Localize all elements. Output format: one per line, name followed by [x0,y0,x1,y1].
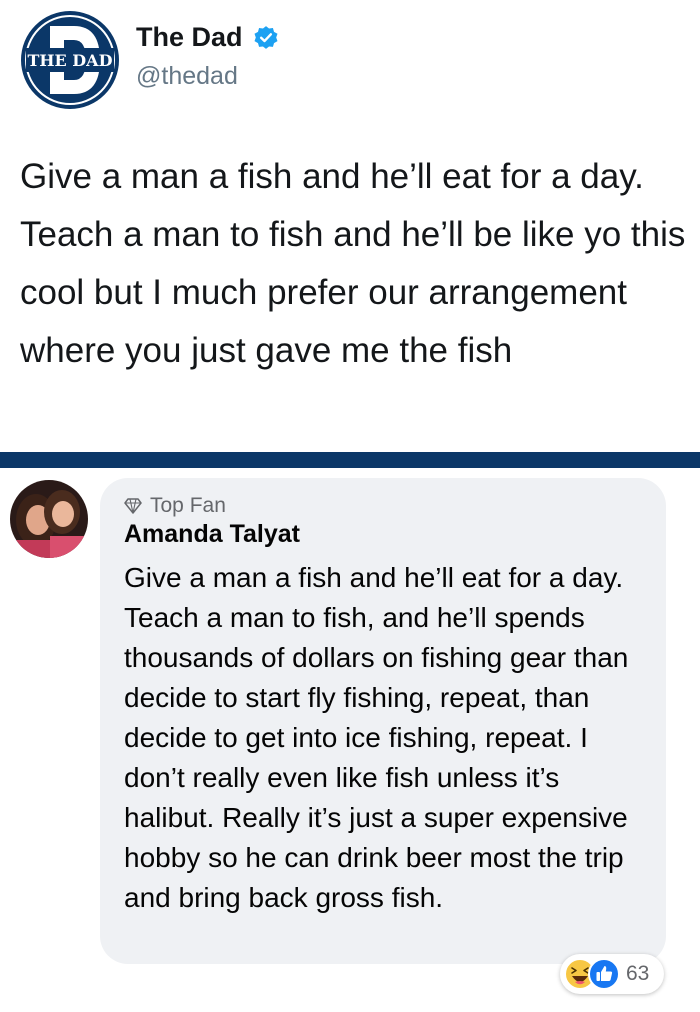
tweet-author[interactable]: The Dad [136,22,279,53]
top-fan-badge: Top Fan [124,494,226,518]
section-divider [0,452,700,468]
reaction-count[interactable]: 63 [626,962,649,986]
verified-badge-icon [254,25,277,49]
tweet-card: THE DAD The Dad @thedad Give a man a fis… [0,0,700,452]
the-dad-logo[interactable]: THE DAD [20,10,120,110]
commenter-avatar[interactable] [10,480,88,558]
top-fan-label: Top Fan [150,494,226,517]
tweet-text: Give a man a fish and he’ll eat for a da… [20,157,686,370]
author-name[interactable]: The Dad [136,22,243,53]
logo-text: THE DAD [28,51,113,70]
commenter-name[interactable]: Amanda Talyat [124,520,300,549]
reactions-summary[interactable]: 63 [560,954,664,994]
author-handle[interactable]: @thedad [136,62,238,91]
diamond-icon [124,498,142,514]
comment-text: Give a man a fish and he’ll eat for a da… [124,562,629,913]
like-thumb-icon [588,958,620,990]
